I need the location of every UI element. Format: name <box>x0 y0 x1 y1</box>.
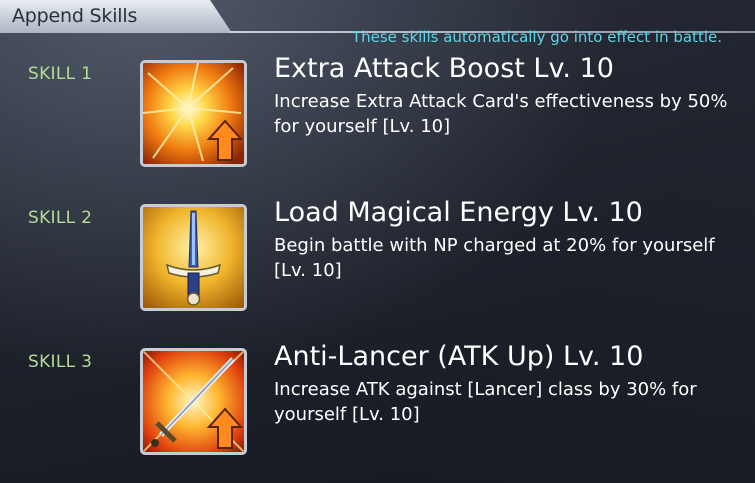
effect-note: These skills automatically go into effec… <box>351 28 722 46</box>
skill-name: Extra Attack Boost Lv. 10 <box>274 53 614 84</box>
skill-row-1[interactable]: SKILL 1 Extra Attack Boost Lv. 10 Increa… <box>0 53 755 184</box>
sword-icon[interactable] <box>140 204 247 311</box>
skill-name: Anti-Lancer (ATK Up) Lv. 10 <box>274 341 644 372</box>
skill-row-3[interactable]: SKILL 3 Anti-Lancer (ATK Up) Lv. 10 Incr… <box>0 341 755 472</box>
skill-description: Begin battle with NP charged at 20% for … <box>274 235 715 281</box>
extra-attack-burst-icon[interactable] <box>140 60 247 167</box>
header-title: Append Skills <box>12 5 138 27</box>
skill-label: SKILL 1 <box>28 64 93 84</box>
skill-name: Load Magical Energy Lv. 10 <box>274 197 643 228</box>
skill-description: Increase Extra Attack Card's effectivene… <box>274 91 728 137</box>
skill-row-2[interactable]: SKILL 2 Load Magical Energy Lv. 10 Begin… <box>0 197 755 328</box>
append-skills-panel: Append Skills These skills automatically… <box>0 0 755 483</box>
skill-label: SKILL 3 <box>28 352 93 372</box>
sword-attack-up-icon[interactable] <box>140 348 247 455</box>
skill-label: SKILL 2 <box>28 208 93 228</box>
skill-description: Increase ATK against [Lancer] class by 3… <box>274 379 697 425</box>
header-tab: Append Skills <box>0 0 232 33</box>
